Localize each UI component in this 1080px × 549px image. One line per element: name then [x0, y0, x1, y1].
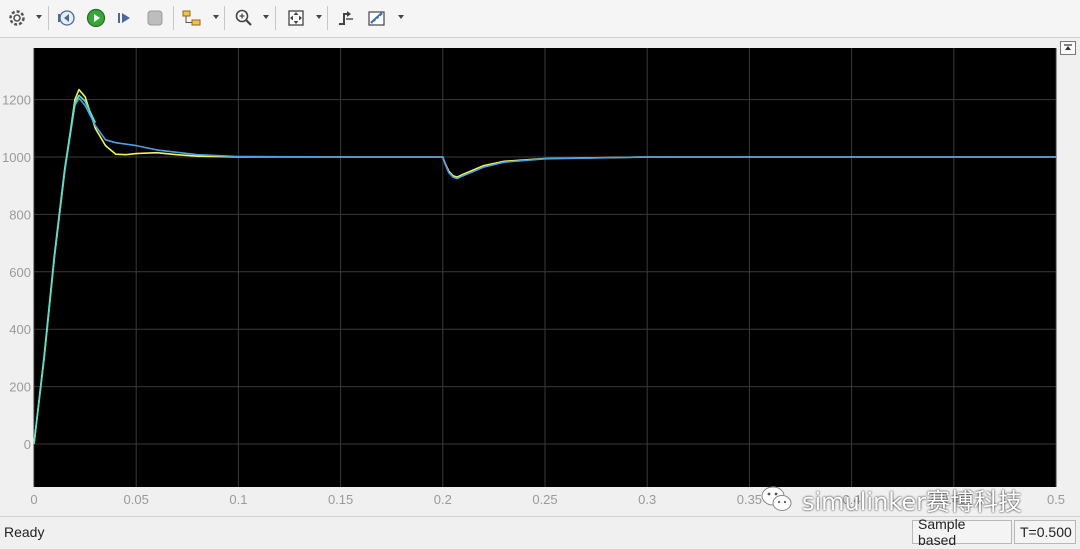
toolbar-separator	[48, 6, 49, 30]
block-dropdown-arrow[interactable]	[213, 15, 219, 19]
time-indicator: T=0.500	[1014, 520, 1076, 544]
y-tick-label: 1200	[2, 93, 31, 108]
measurement-dropdown-arrow[interactable]	[398, 15, 404, 19]
fit-to-view-icon[interactable]	[284, 6, 308, 30]
zoom-in-icon[interactable]	[232, 6, 256, 30]
status-bar: Ready Sample based T=0.500	[0, 516, 1080, 549]
settings-dropdown-arrow[interactable]	[36, 15, 42, 19]
run-icon[interactable]	[84, 6, 108, 30]
x-tick-label: 0.15	[328, 492, 353, 507]
x-tick-label: 0.3	[638, 492, 656, 507]
restore-axes-button[interactable]	[1060, 41, 1076, 55]
highlight-simulink-block-icon[interactable]	[180, 6, 204, 30]
y-tick-label: 1000	[2, 150, 31, 165]
stop-icon[interactable]	[143, 6, 167, 30]
x-tick-label: 0.2	[434, 492, 452, 507]
x-tick-label: 0.1	[229, 492, 247, 507]
x-tick-label: 0.25	[532, 492, 557, 507]
time-label: T=0.500	[1020, 524, 1072, 540]
x-tick-label: 0.05	[124, 492, 149, 507]
wechat-icon	[761, 486, 792, 511]
step-forward-icon[interactable]	[113, 6, 137, 30]
watermark: simulinker赛博科技	[760, 482, 1022, 516]
y-tick-label: 800	[9, 207, 31, 222]
fit-dropdown-arrow[interactable]	[316, 15, 322, 19]
toolbar-separator	[275, 6, 276, 30]
sample-mode-label: Sample based	[918, 516, 966, 548]
y-tick-label: 600	[9, 265, 31, 280]
toolbar-separator	[173, 6, 174, 30]
measurement-icon[interactable]	[365, 6, 389, 30]
scope-toolbar	[0, 0, 1080, 38]
toolbar-separator	[224, 6, 225, 30]
watermark-text: simulinker赛博科技	[802, 487, 1022, 516]
triggers-icon[interactable]	[334, 6, 358, 30]
settings-gear-icon[interactable]	[5, 6, 29, 30]
sample-mode-indicator: Sample based	[912, 516, 1012, 548]
y-tick-labels: 0 200 400 600 800 1000 1200	[2, 93, 31, 452]
x-tick-label: 0	[30, 492, 37, 507]
x-tick-label: 0.35	[737, 492, 762, 507]
step-back-icon[interactable]	[54, 6, 78, 30]
toolbar-separator	[327, 6, 328, 30]
x-tick-label: 0.5	[1047, 492, 1065, 507]
y-tick-label: 400	[9, 322, 31, 337]
status-ready-text: Ready	[4, 524, 45, 540]
scope-axes[interactable]: 0 0.05 0.1 0.15 0.2 0.25 0.3 0.35 0.4 0.45 0.5 020…	[0, 38, 1080, 516]
zoom-dropdown-arrow[interactable]	[263, 15, 269, 19]
y-tick-label: 0	[24, 437, 31, 452]
y-tick-label: 200	[9, 380, 31, 395]
